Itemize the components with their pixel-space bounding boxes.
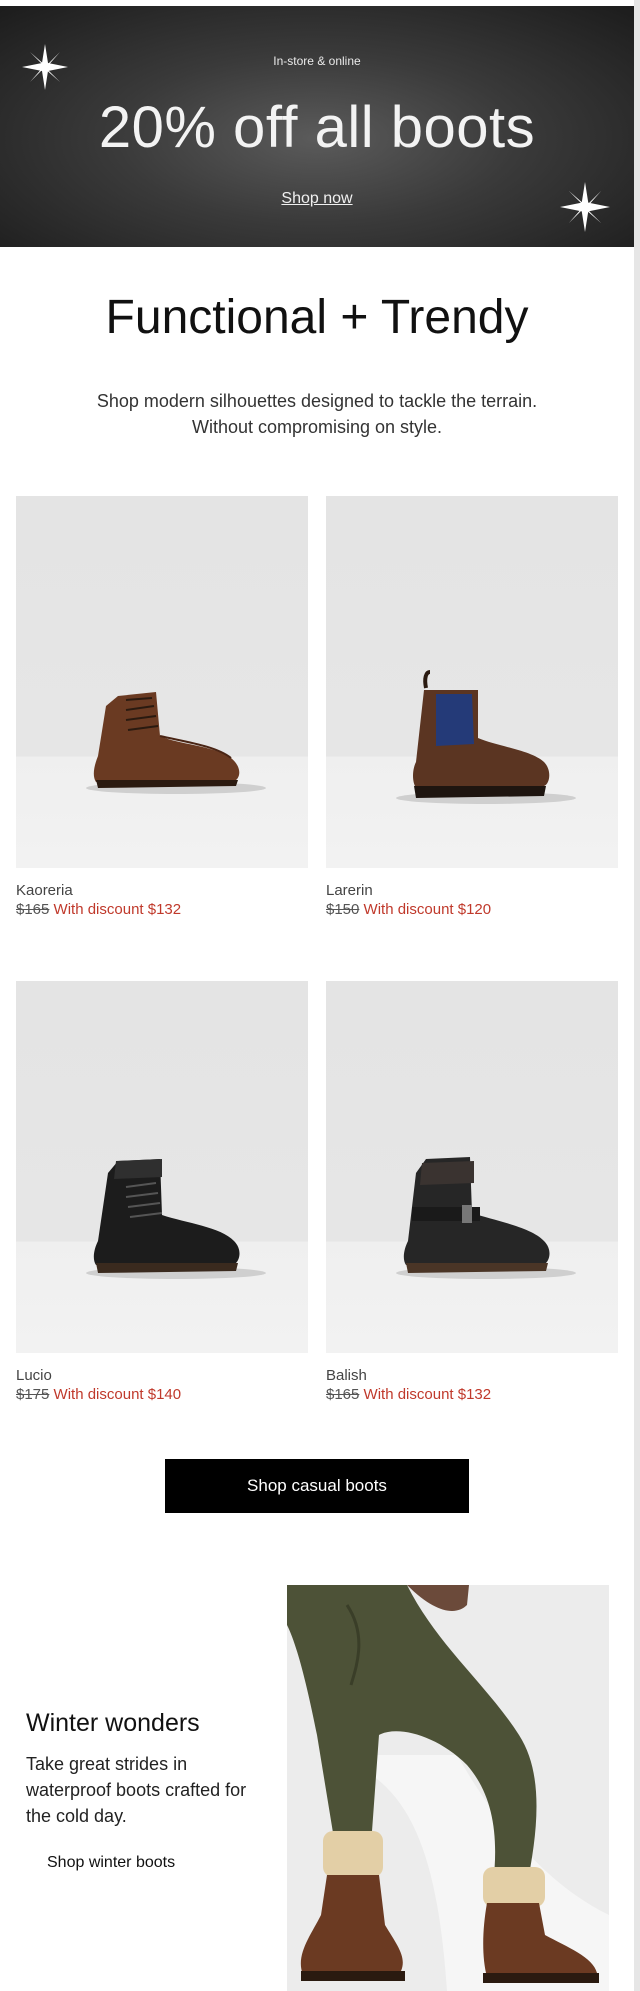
product-name[interactable]: Larerin	[326, 882, 618, 899]
product-price: $175 With discount $140	[16, 1386, 308, 1403]
original-price: $150	[326, 901, 360, 918]
winter-description: Take great strides in waterproof boots c…	[26, 1754, 247, 1826]
product-name[interactable]: Lucio	[16, 1367, 308, 1384]
banner-headline: 20% off all boots	[98, 95, 536, 160]
banner-eyebrow: In-store & online	[273, 54, 361, 68]
shop-now-link[interactable]: Shop now	[281, 190, 352, 207]
discount-price: With discount $140	[53, 1386, 182, 1403]
product-price: $150 With discount $120	[326, 901, 618, 918]
product-image[interactable]	[326, 981, 618, 1353]
boot-image	[86, 1159, 266, 1279]
product-card-balish[interactable]: Balish $165 With discount $132	[326, 981, 618, 1403]
section-subtitle: Shop modern silhouettes designed to tack…	[0, 388, 634, 440]
subtitle-line: Shop modern silhouettes designed to tack…	[96, 391, 538, 411]
subtitle-line: Without compromising on style.	[191, 417, 443, 437]
original-price: $165	[326, 1386, 360, 1403]
product-name[interactable]: Balish	[326, 1367, 618, 1384]
original-price: $165	[16, 901, 50, 918]
product-card-lucio[interactable]: Lucio $175 With discount $140	[16, 981, 308, 1403]
product-image[interactable]	[16, 981, 308, 1353]
boot-image	[396, 670, 576, 804]
product-image[interactable]	[16, 496, 308, 868]
product-price: $165 With discount $132	[326, 1386, 618, 1403]
discount-price: With discount $132	[363, 1386, 492, 1403]
scrollbar[interactable]	[634, 0, 640, 1991]
product-image[interactable]	[326, 496, 618, 868]
model-legs-image	[287, 1585, 609, 1991]
product-price: $165 With discount $132	[16, 901, 308, 918]
discount-price: With discount $120	[363, 901, 492, 918]
winter-boots-photo[interactable]	[287, 1585, 609, 1991]
original-price: $175	[16, 1386, 50, 1403]
boot-image	[86, 692, 266, 794]
product-card-larerin[interactable]: Larerin $150 With discount $120	[326, 496, 618, 918]
product-name[interactable]: Kaoreria	[16, 882, 308, 899]
shop-casual-boots-button[interactable]: Shop casual boots	[165, 1459, 469, 1513]
product-card-kaoreria[interactable]: Kaoreria $165 With discount $132	[16, 496, 308, 918]
discount-price: With discount $132	[53, 901, 182, 918]
boot-image	[396, 1157, 576, 1279]
shop-winter-boots-link[interactable]: Shop winter boots	[47, 1854, 175, 1872]
winter-title: Winter wonders	[26, 1709, 200, 1737]
scrollbar-thumb[interactable]	[634, 0, 640, 1991]
promo-banner: In-store & online 20% off all boots Shop…	[0, 6, 634, 247]
section-title: Functional + Trendy	[105, 291, 529, 344]
